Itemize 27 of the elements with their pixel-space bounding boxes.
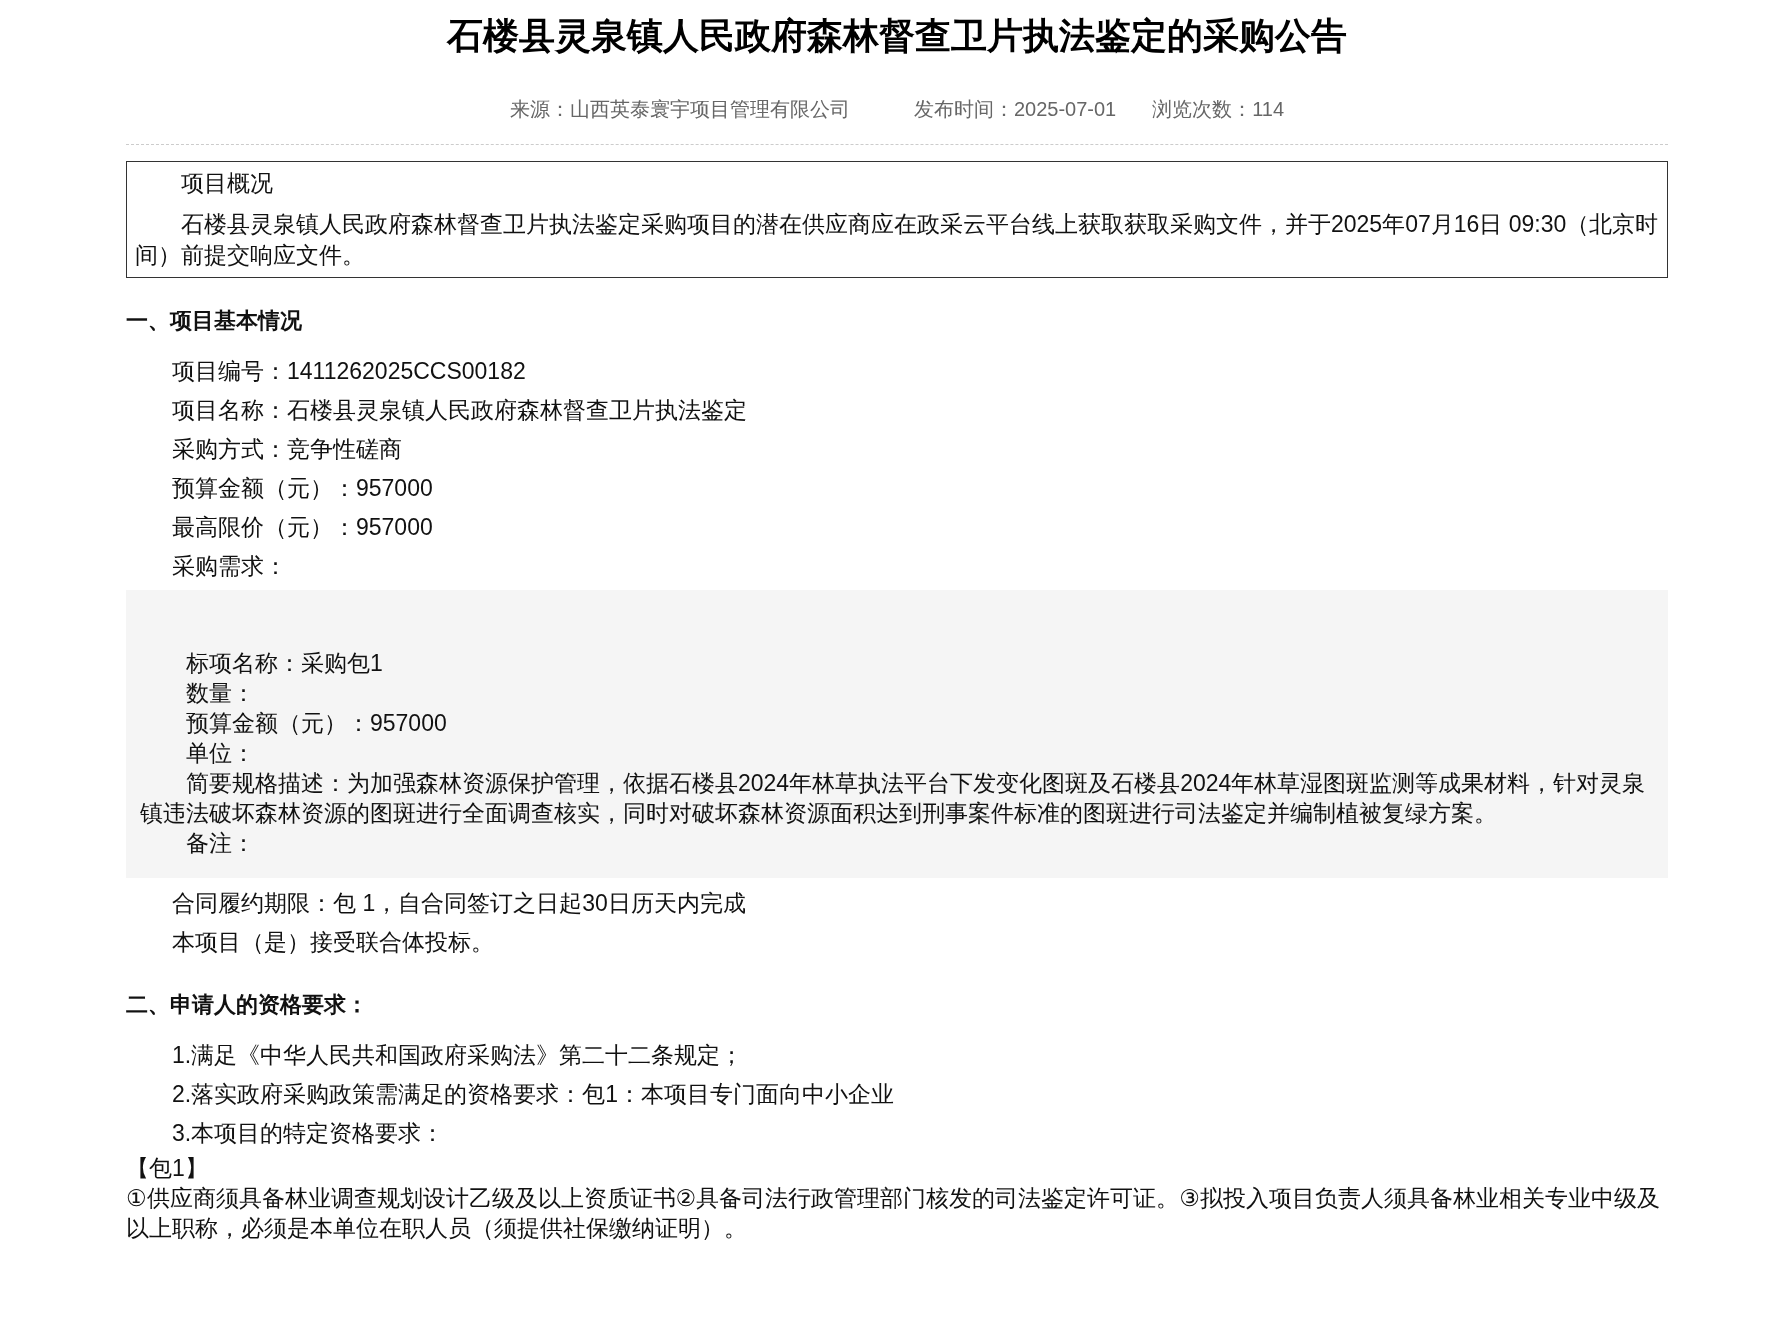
info-line: 3.本项目的特定资格要求： — [171, 1119, 446, 1148]
requirement-text: 【包1】 — [126, 1154, 209, 1183]
requirement-line: 预算金额（元）：957000 — [185, 709, 448, 738]
requirement-line: 单位： — [185, 739, 256, 768]
meta-info: 浏览次数：114 — [1152, 97, 1285, 122]
requirement-line: 标项名称：采购包1 — [185, 649, 384, 678]
meta-info: 来源：山西英泰寰宇项目管理有限公司 — [509, 97, 850, 122]
info-line: 采购方式：竞争性磋商 — [171, 435, 403, 464]
requirement-line: 数量： — [185, 679, 256, 708]
info-line: 1.满足《中华人民共和国政府采购法》第二十二条规定； — [171, 1041, 745, 1070]
section-heading: 二、申请人的资格要求： — [126, 991, 369, 1019]
overview-heading: 项目概况 — [180, 169, 274, 198]
info-line: 2.落实政府采购政策需满足的资格要求：包1：本项目专门面向中小企业 — [171, 1080, 895, 1109]
requirement-line: 简要规格描述：为加强森林资源保护管理，依据石楼县2024年林草执法平台下发变化图斑及石楼县2024年林草湿图斑监测等成果材料，针对灵泉镇违法破坏森林资源的图斑进行全面调查核实，同时对破坏森林资源面积达到刑事案件标准的图斑进行司法鉴定并编制植被复绿方案。 — [140, 769, 1647, 828]
requirement-line: 备注： — [185, 829, 256, 858]
info-line: 预算金额（元）：957000 — [171, 474, 434, 503]
page-title: 石楼县灵泉镇人民政府森林督查卫片执法鉴定的采购公告 — [445, 14, 1348, 58]
overview-text: 石楼县灵泉镇人民政府森林督查卫片执法鉴定采购项目的潜在供应商应在政采云平台线上获取获取采购文件，并于2025年07月16日 09:30（北京时间）前提交响应文件。 — [135, 210, 1659, 270]
meta-info: 发布时间：2025-07-01 — [913, 97, 1117, 122]
info-line: 采购需求： — [171, 552, 288, 581]
info-line: 最高限价（元）：957000 — [171, 513, 434, 542]
info-line: 项目名称：石楼县灵泉镇人民政府森林督查卫片执法鉴定 — [171, 396, 748, 425]
info-line: 本项目（是）接受联合体投标。 — [171, 928, 495, 957]
info-line: 合同履约期限：包 1，自合同签订之日起30日历天内完成 — [171, 889, 747, 918]
info-line: 项目编号：1411262025CCS00182 — [171, 357, 527, 386]
section-heading: 一、项目基本情况 — [126, 307, 303, 335]
requirement-text: ①供应商须具备林业调查规划设计乙级及以上资质证书②具备司法行政管理部门核发的司法鉴定许可证。③拟投入项目负责人须具备林业相关专业中级及以上职称，必须是本单位在职人员（须提供社保缴纳证明）。 — [126, 1184, 1661, 1243]
